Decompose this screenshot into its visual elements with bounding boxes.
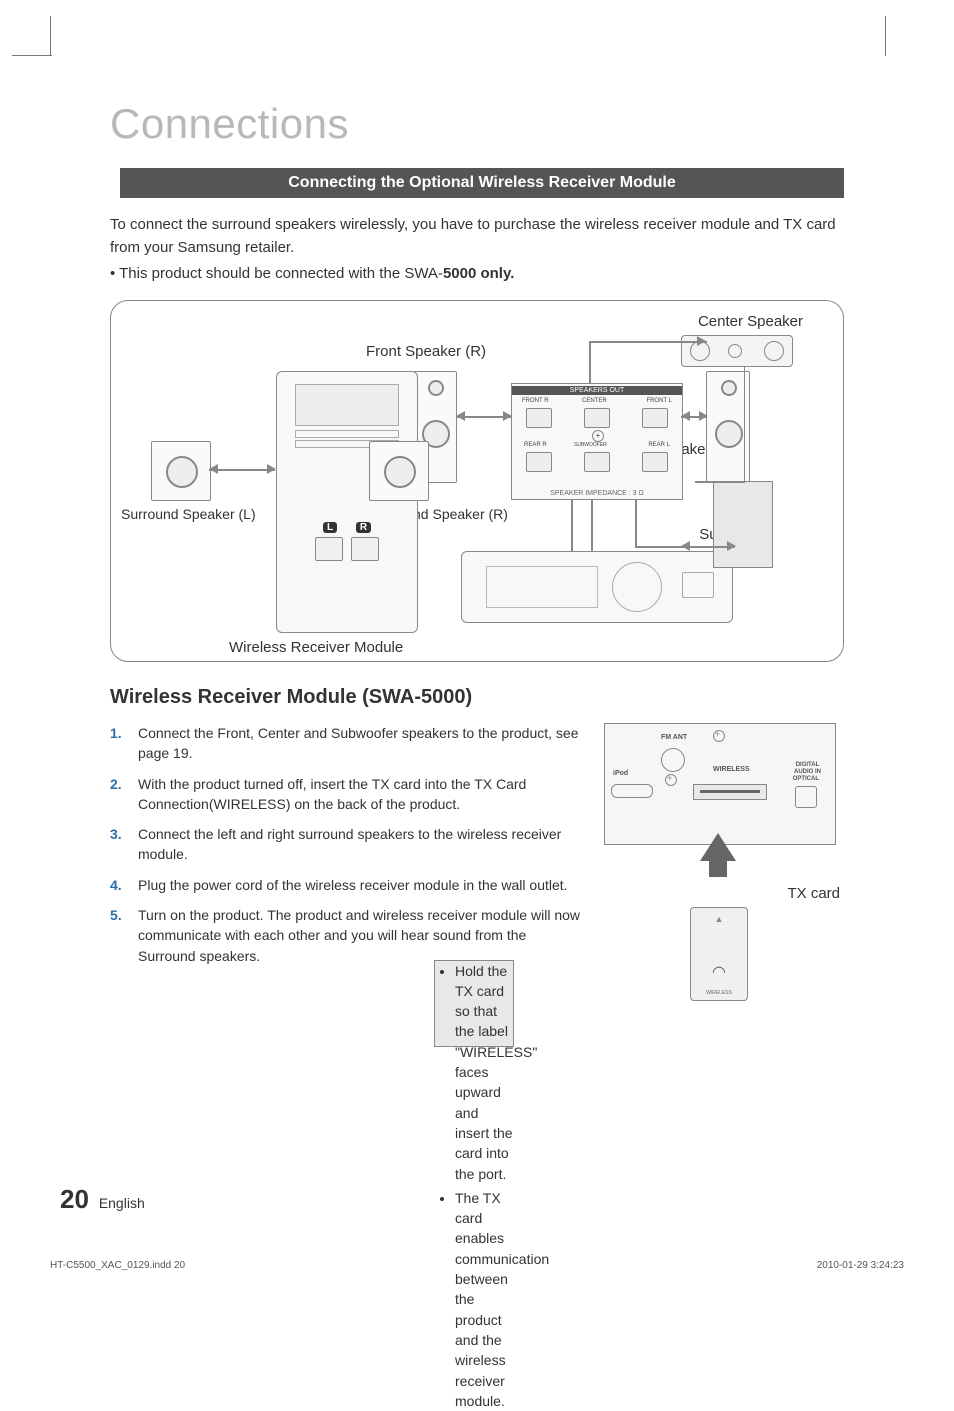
crop-mark: [885, 16, 886, 56]
step-item: Turn on the product. The product and wir…: [110, 905, 584, 966]
label-surround-l: Surround Speaker (L): [121, 506, 256, 522]
step-item: With the product turned off, insert the …: [110, 774, 584, 815]
wireless-icon: ◠: [691, 962, 747, 982]
intro-bullet: • This product should be connected with …: [110, 265, 844, 282]
crop-mark: [50, 16, 51, 56]
section-banner: Connecting the Optional Wireless Receive…: [120, 168, 844, 198]
port-label: REAR R: [524, 442, 547, 448]
step-subitem: Hold the TX card so that the label "WIRE…: [455, 961, 513, 1184]
surround-r-speaker-icon: [369, 441, 429, 501]
tx-card-small-label: WIRELESS: [691, 990, 747, 996]
subwoofer-icon: [713, 481, 773, 568]
steps-column: Connect the Front, Center and Subwoofer …: [110, 723, 584, 1001]
label-front-r: Front Speaker (R): [366, 343, 486, 360]
label-tx-card: TX card: [787, 885, 840, 902]
label-wireless: WIRELESS: [713, 766, 750, 773]
bullet-text: • This product should be connected with …: [110, 265, 443, 282]
surround-l-speaker-icon: [151, 441, 211, 501]
label-fm-ant: FM ANT: [661, 734, 687, 741]
step-item: Connect the left and right surround spea…: [110, 824, 584, 865]
step-text: With the product turned off, insert the …: [138, 776, 526, 812]
step-sublist: Hold the TX card so that the label "WIRE…: [434, 960, 514, 1047]
label-speakers-out: SPEAKERS OUT: [512, 386, 682, 395]
intro-text: To connect the surround speakers wireles…: [110, 214, 844, 259]
step-item: Connect the Front, Center and Subwoofer …: [110, 723, 584, 764]
crop-mark: [12, 55, 52, 56]
main-unit-icon: [461, 551, 733, 623]
label-center-speaker: Center Speaker: [698, 313, 803, 330]
page-footer: 20 English: [60, 1184, 145, 1215]
step-text: Plug the power cord of the wireless rece…: [138, 877, 568, 893]
step-item: Plug the power cord of the wireless rece…: [110, 875, 584, 895]
port-label: SUBWOOFER: [574, 442, 607, 448]
port-label: FRONT R: [522, 398, 549, 404]
print-datetime: 2010-01-29 3:24:23: [817, 1260, 904, 1271]
section-heading: Wireless Receiver Module (SWA-5000): [110, 686, 844, 709]
source-file: HT-C5500_XAC_0129.indd 20: [50, 1260, 185, 1271]
port-label: REAR L: [648, 442, 670, 448]
tx-card-diagram: FM ANT iPod WIRELESS DIGITAL AUDIO IN OP…: [604, 723, 844, 1001]
port-label: CENTER: [582, 398, 607, 404]
label-wrm: Wireless Receiver Module: [229, 639, 403, 656]
unit-back-panel-icon: FM ANT iPod WIRELESS DIGITAL AUDIO IN OP…: [604, 723, 836, 845]
label-R: R: [356, 522, 371, 533]
page-number: 20: [60, 1184, 89, 1214]
up-arrow-icon: [700, 833, 736, 861]
step-subitem: The TX card enables communication betwee…: [455, 1188, 513, 1411]
wireless-receiver-icon: L R: [276, 371, 418, 633]
label-impedance: SPEAKER IMPEDANCE : 3 Ω: [512, 490, 682, 497]
label-ipod: iPod: [613, 770, 628, 777]
step-text: Connect the Front, Center and Subwoofer …: [138, 725, 578, 761]
speaker-out-panel-icon: SPEAKERS OUT + FRONT R CENTER FRONT L RE…: [511, 383, 683, 500]
label-L: L: [323, 522, 337, 533]
step-text: Connect the left and right surround spea…: [138, 826, 561, 862]
label-optical: OPTICAL: [793, 776, 819, 782]
label-digital-audio: DIGITAL AUDIO IN: [794, 762, 821, 775]
wiring-diagram: Center Speaker Front Speaker (R) Front S…: [110, 300, 844, 662]
page-language: English: [99, 1195, 145, 1211]
step-text: Turn on the product. The product and wir…: [138, 907, 580, 964]
page-title: Connections: [110, 100, 894, 148]
bullet-bold: 5000 only.: [443, 265, 514, 282]
port-label: FRONT L: [646, 398, 672, 404]
printer-footer: HT-C5500_XAC_0129.indd 20 2010-01-29 3:2…: [50, 1259, 904, 1271]
tx-card-icon: ◠ WIRELESS: [690, 907, 748, 1001]
